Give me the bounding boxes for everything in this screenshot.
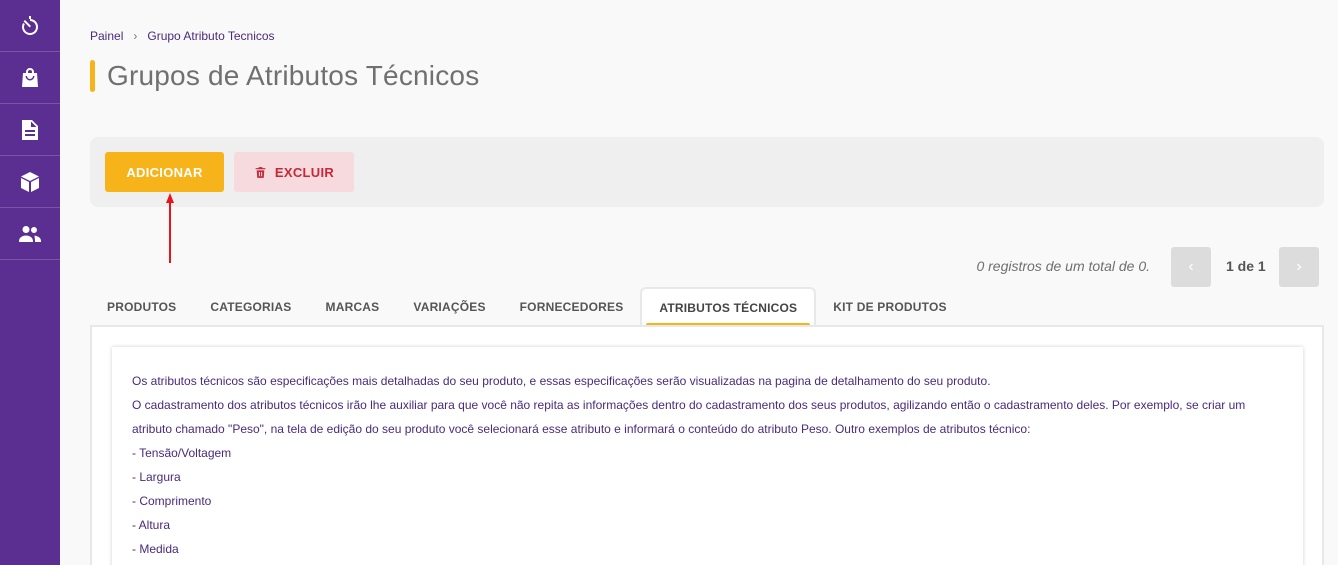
sidebar-item-documents[interactable] [0, 104, 60, 156]
document-icon [22, 119, 38, 140]
info-list-item: - Medida [132, 542, 179, 556]
sidebar-item-orders[interactable] [0, 52, 60, 104]
page-title: Grupos de Atributos Técnicos [107, 60, 480, 91]
title-accent-bar [90, 60, 95, 92]
shopping-bag-icon [22, 67, 38, 87]
tab-produtos[interactable]: PRODUTOS [90, 287, 193, 327]
main-content: Painel › Grupo Atributo Tecnicos Grupos … [60, 0, 1338, 565]
tab-kit-de-produtos[interactable]: KIT DE PRODUTOS [816, 287, 963, 327]
tab-bar: PRODUTOS CATEGORIAS MARCAS VARIAÇÕES FOR… [90, 287, 964, 327]
pagination-next-button[interactable]: › [1279, 247, 1319, 287]
delete-button-label: EXCLUIR [274, 164, 335, 180]
tab-categorias[interactable]: CATEGORIAS [193, 287, 308, 327]
info-list-item: - Comprimento [132, 494, 212, 508]
sidebar-item-timer[interactable] [0, 0, 60, 52]
breadcrumb-home[interactable]: Painel [90, 29, 123, 43]
chevron-right-icon: › [1296, 258, 1302, 275]
tab-atributos-tecnicos[interactable]: ATRIBUTOS TÉCNICOS [640, 287, 817, 327]
sidebar-item-products[interactable] [0, 156, 60, 208]
package-icon [21, 171, 39, 192]
tab-marcas[interactable]: MARCAS [309, 287, 397, 327]
tab-panel: Os atributos técnicos são especificações… [90, 325, 1324, 565]
info-list-item: - Largura [132, 470, 181, 484]
info-list-item: - Altura [132, 518, 171, 532]
delete-button[interactable]: EXCLUIR [234, 152, 354, 192]
add-button[interactable]: ADICIONAR [105, 152, 224, 192]
breadcrumb-separator: › [133, 29, 138, 43]
timer-icon [22, 15, 39, 35]
breadcrumb-current: Grupo Atributo Tecnicos [147, 29, 275, 43]
records-count: 0 registros de um total de 0. [976, 258, 1150, 274]
sidebar [0, 0, 60, 565]
annotation-arrow [166, 193, 174, 263]
info-paragraph: O cadastramento dos atributos técnicos i… [132, 398, 1246, 436]
add-button-label: ADICIONAR [126, 164, 203, 180]
info-paragraph: Os atributos técnicos são especificações… [132, 374, 991, 388]
sidebar-item-customers[interactable] [0, 208, 60, 260]
chevron-left-icon: ‹ [1188, 258, 1194, 275]
tab-variacoes[interactable]: VARIAÇÕES [396, 287, 502, 327]
tab-fornecedores[interactable]: FORNECEDORES [503, 287, 641, 327]
info-card: Os atributos técnicos são especificações… [112, 347, 1303, 565]
pagination-prev-button[interactable]: ‹ [1171, 247, 1211, 287]
trash-icon [255, 166, 266, 178]
action-toolbar: ADICIONAR EXCLUIR [90, 137, 1324, 207]
info-list-item: - Tensão/Voltagem [132, 446, 232, 460]
breadcrumb: Painel › Grupo Atributo Tecnicos [90, 29, 275, 43]
pagination-page-info: 1 de 1 [1226, 258, 1266, 274]
page-header: Grupos de Atributos Técnicos [90, 60, 479, 92]
people-icon [19, 225, 41, 242]
